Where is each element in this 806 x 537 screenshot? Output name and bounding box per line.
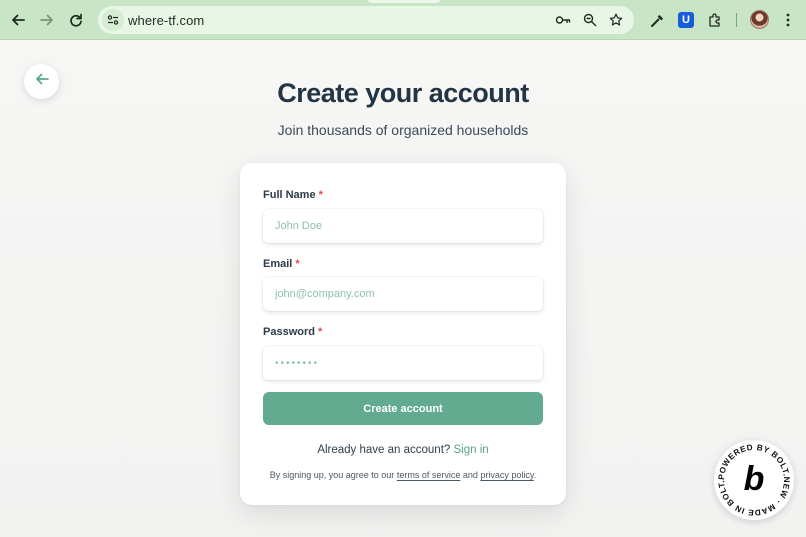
password-label-text: Password (263, 326, 315, 338)
active-tab-indicator (368, 0, 440, 3)
page-subtitle: Join thousands of organized households (277, 122, 529, 138)
bolt-logo-icon: POWERED BY BOLT.NEW · MADE IN BOLT.NEW ·… (714, 440, 790, 517)
url-text[interactable]: where-tf.com (128, 13, 204, 28)
signin-link[interactable]: Sign in (454, 444, 489, 456)
forward-arrow-icon[interactable] (36, 9, 58, 31)
site-info-icon[interactable] (102, 9, 124, 31)
terms-text: By signing up, you agree to our terms of… (240, 470, 566, 480)
key-icon[interactable] (554, 11, 572, 29)
terms-and: and (462, 470, 478, 480)
signin-prompt: Already have an account? Sign in (240, 444, 566, 456)
reload-icon[interactable] (65, 9, 87, 31)
create-account-button[interactable]: Create account (263, 392, 543, 425)
required-mark: * (318, 189, 323, 201)
bitwarden-glyph: U (678, 12, 694, 28)
eyedropper-icon[interactable] (647, 10, 667, 30)
terms-prefix: By signing up, you agree to our (269, 470, 395, 480)
extensions-icon[interactable] (705, 10, 725, 30)
star-icon[interactable] (607, 11, 625, 29)
required-mark: * (295, 258, 300, 270)
profile-avatar[interactable] (750, 10, 769, 29)
back-arrow-icon[interactable] (7, 9, 29, 31)
email-input[interactable] (263, 277, 543, 311)
signup-card: Full Name* Email* Password* Create accou… (240, 163, 566, 505)
full-name-input[interactable] (263, 209, 543, 243)
email-label-text: Email (263, 258, 293, 270)
terms-suffix: . (533, 470, 537, 480)
password-input[interactable] (263, 346, 543, 380)
more-vert-icon[interactable] (778, 10, 798, 30)
full-name-label-text: Full Name (263, 189, 316, 201)
zoom-icon[interactable] (581, 11, 599, 29)
email-label: Email * (263, 258, 300, 270)
privacy-policy-link[interactable]: privacy policy (480, 470, 533, 480)
bolt-badge[interactable]: POWERED BY BOLT.NEW · MADE IN BOLT.NEW ·… (714, 440, 794, 520)
toolbar-divider (736, 13, 737, 27)
bitwarden-icon[interactable]: U (676, 10, 696, 30)
bolt-glyph: b (744, 460, 765, 498)
signin-prompt-text: Already have an account? (317, 444, 451, 456)
password-label: Password * (263, 326, 322, 338)
page-title: Create your account (277, 78, 529, 108)
address-bar[interactable]: where-tf.com (98, 6, 634, 34)
terms-of-service-link[interactable]: terms of service (397, 470, 461, 480)
page-viewport: Create your account Join thousands of or… (0, 40, 806, 537)
browser-toolbar: where-tf.com U (0, 0, 806, 40)
full-name-label: Full Name * (263, 189, 323, 201)
required-mark: * (317, 326, 323, 338)
